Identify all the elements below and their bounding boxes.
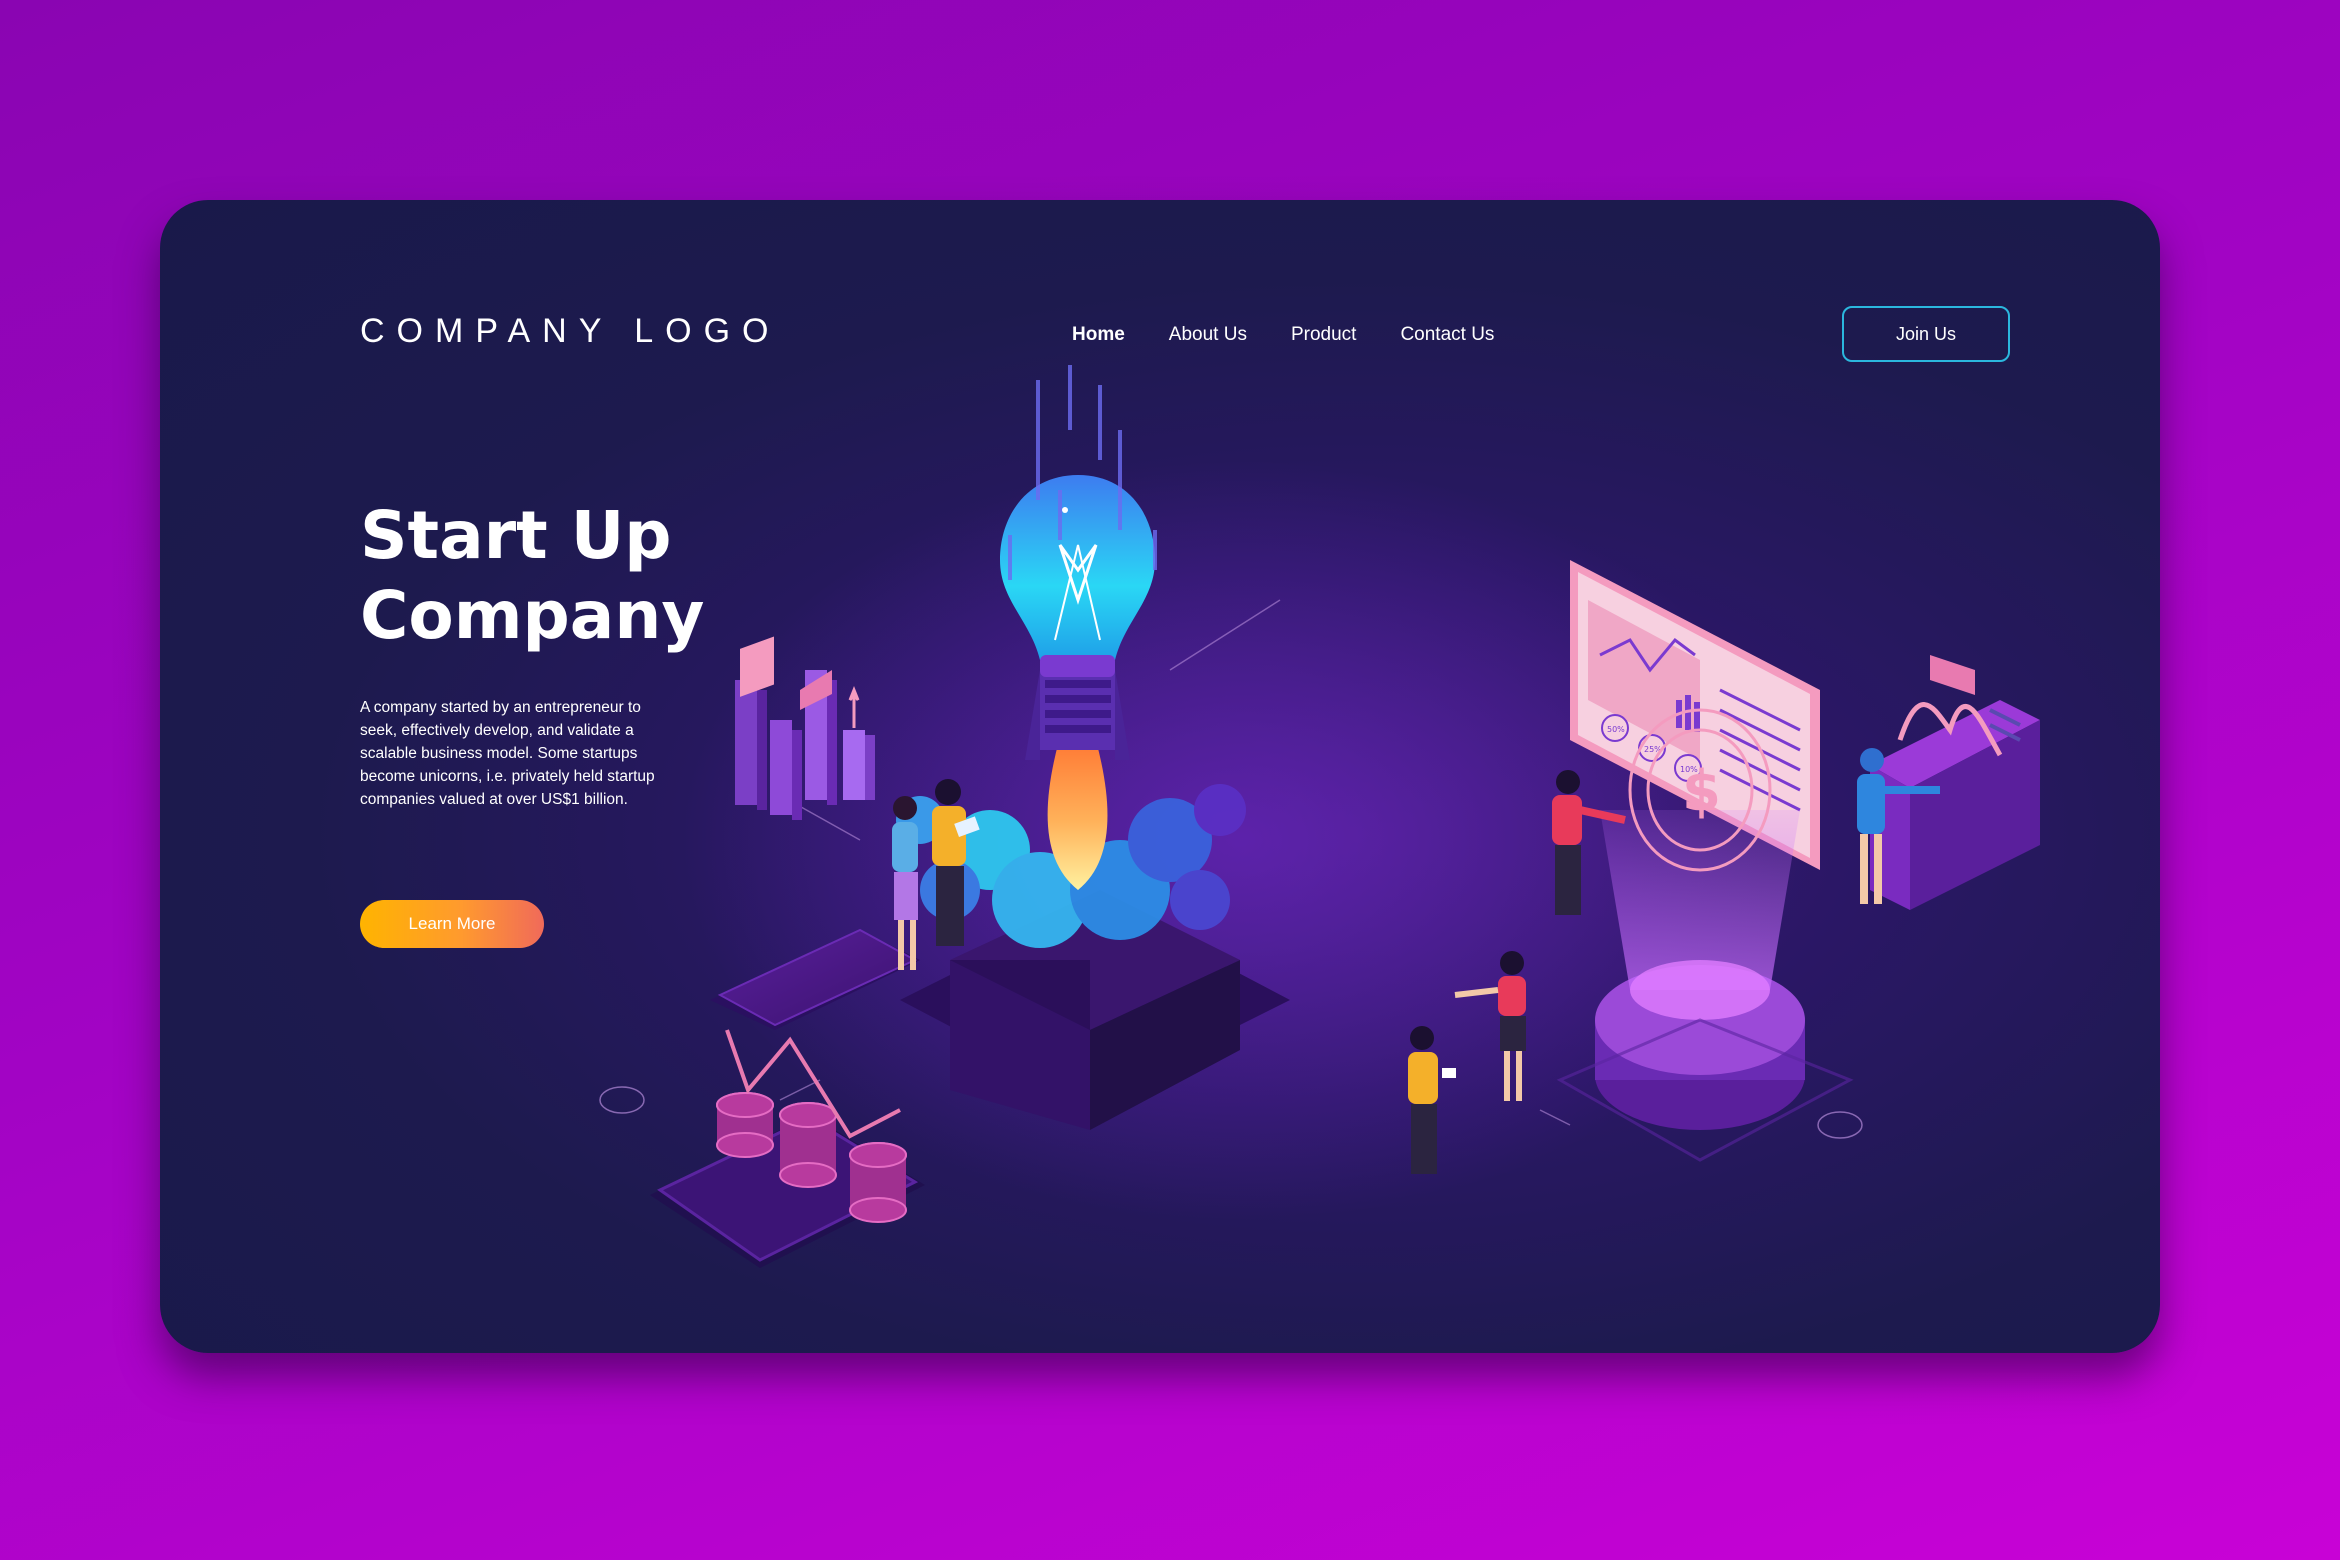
- main-nav: Home About Us Product Contact Us: [1072, 324, 1538, 346]
- learn-more-button[interactable]: Learn More: [360, 900, 544, 948]
- nav-contact-us[interactable]: Contact Us: [1400, 324, 1494, 346]
- nav-product[interactable]: Product: [1291, 324, 1356, 346]
- nav-home[interactable]: Home: [1072, 324, 1125, 346]
- company-logo[interactable]: COMPANY LOGO: [360, 312, 780, 351]
- hero-title-line-2: Company: [360, 577, 705, 654]
- nav-about-us[interactable]: About Us: [1169, 324, 1247, 346]
- hero-description: A company started by an entrepreneur to …: [360, 699, 655, 808]
- landing-card: 50% 25% 10% $ COMPANY LOGO Home About Us…: [160, 200, 2160, 1353]
- join-us-button[interactable]: Join Us: [1842, 306, 2010, 362]
- svg-text:50%: 50%: [1607, 725, 1625, 734]
- hero-title-line-1: Start Up: [360, 497, 672, 574]
- dollar-symbol: $: [1682, 759, 1721, 824]
- hero-title: Start Up Company: [360, 496, 920, 656]
